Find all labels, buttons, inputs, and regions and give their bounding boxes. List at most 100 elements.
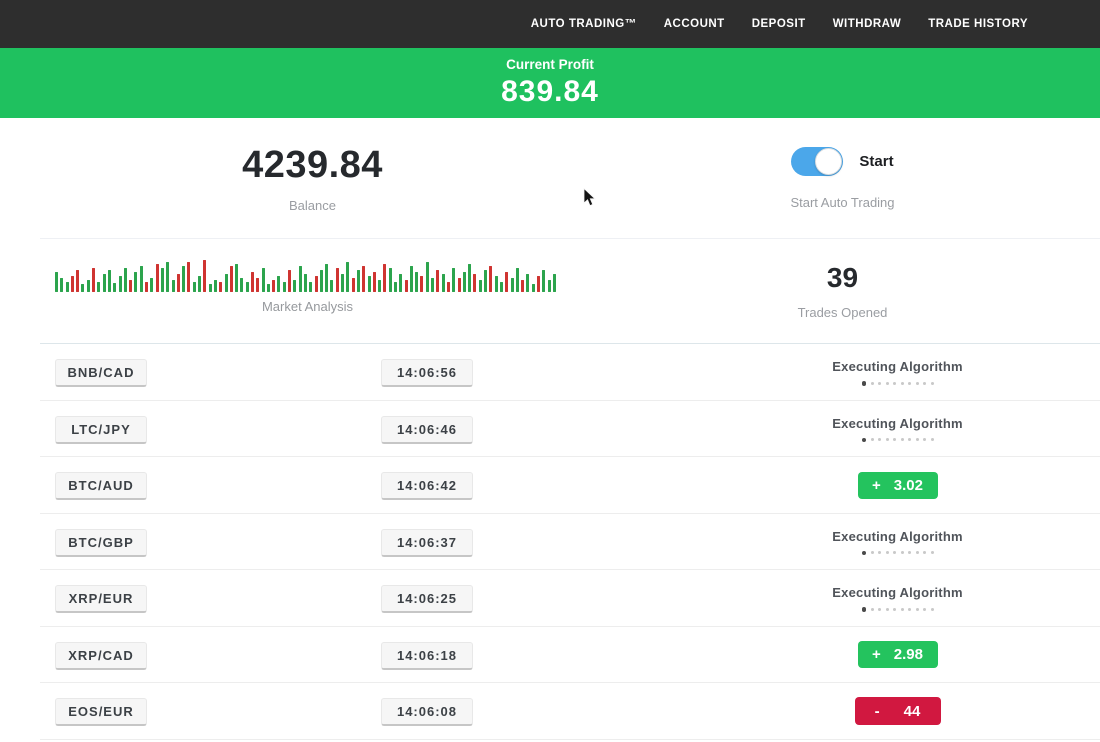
toggle-knob	[815, 148, 842, 175]
pair-button[interactable]: XRP/CAD	[55, 642, 147, 670]
market-bar	[553, 274, 556, 292]
progress-dot	[901, 608, 904, 611]
progress-dot	[862, 438, 867, 443]
market-bar	[81, 284, 84, 292]
nav-item-account[interactable]: ACCOUNT	[664, 18, 725, 30]
executing-algorithm-label: Executing Algorithm	[832, 359, 962, 374]
market-bar	[405, 280, 408, 292]
market-bar	[240, 278, 243, 292]
pair-button[interactable]: EOS/EUR	[55, 698, 147, 726]
trade-row: XRP/CAD14:06:18+2.98	[0, 627, 1100, 684]
result-sign: -	[875, 703, 880, 720]
progress-dot	[923, 551, 926, 554]
progress-dot	[886, 608, 889, 611]
market-bar	[246, 282, 249, 292]
market-bar	[124, 268, 127, 292]
trade-time: 14:06:08	[381, 698, 473, 726]
market-bar	[166, 262, 169, 292]
market-bar	[442, 274, 445, 292]
market-bar	[230, 266, 233, 292]
trade-time: 14:06:42	[381, 472, 473, 500]
progress-dot	[886, 438, 889, 441]
market-bar	[341, 274, 344, 292]
market-bar	[325, 264, 328, 292]
progress-dot	[862, 551, 867, 556]
trade-status: Executing Algorithm	[795, 514, 1000, 571]
market-bar	[108, 270, 111, 292]
nav-item-withdraw[interactable]: WITHDRAW	[833, 18, 902, 30]
nav-item-auto-trading[interactable]: AUTO TRADING™	[531, 18, 637, 30]
market-bar	[55, 272, 58, 292]
progress-dot	[862, 607, 867, 612]
nav-item-trade-history[interactable]: TRADE HISTORY	[928, 18, 1028, 30]
market-bar	[87, 280, 90, 292]
progress-dot	[931, 438, 934, 441]
pair-button[interactable]: BTC/GBP	[55, 529, 147, 557]
trades-opened-value: 39	[827, 262, 858, 294]
progress-dots	[862, 438, 934, 443]
progress-dot	[893, 608, 896, 611]
market-bar	[420, 276, 423, 292]
market-bar	[537, 276, 540, 292]
nav-item-deposit[interactable]: DEPOSIT	[752, 18, 806, 30]
result-value: 2.98	[894, 646, 923, 663]
market-bar	[76, 270, 79, 292]
pair-button[interactable]: XRP/EUR	[55, 585, 147, 613]
market-bar	[66, 282, 69, 292]
market-bar	[187, 262, 190, 292]
start-auto-trading-label: Start Auto Trading	[790, 195, 894, 210]
market-bar	[336, 268, 339, 292]
market-bar	[389, 268, 392, 292]
progress-dot	[893, 382, 896, 385]
trade-row: XRP/EUR14:06:25Executing Algorithm	[0, 570, 1100, 627]
market-bar	[150, 278, 153, 292]
market-bar	[60, 278, 63, 292]
market-bar	[161, 268, 164, 292]
progress-dot	[931, 608, 934, 611]
market-bar	[368, 276, 371, 292]
progress-dot	[901, 551, 904, 554]
market-bar	[315, 276, 318, 292]
progress-dot	[871, 382, 874, 385]
market-bar	[172, 280, 175, 292]
trade-row: LTC/JPY 14:06:46 Executing Algorithm	[0, 401, 1100, 458]
trade-status: Executing Algorithm	[795, 401, 1000, 458]
result-sign: +	[872, 646, 881, 663]
trade-time: 14:06:46	[381, 416, 473, 444]
nav-menu: AUTO TRADING™ ACCOUNT DEPOSIT WITHDRAW TRADE…	[504, 18, 1028, 30]
market-bar	[330, 280, 333, 292]
progress-dots	[862, 381, 934, 386]
progress-dot	[923, 438, 926, 441]
market-bar	[182, 266, 185, 292]
market-bar	[140, 266, 143, 292]
market-bar	[500, 282, 503, 292]
market-bar	[214, 280, 217, 292]
market-bar	[542, 270, 545, 292]
market-bar	[277, 276, 280, 292]
progress-dot	[886, 551, 889, 554]
market-bar	[119, 276, 122, 292]
progress-dot	[871, 551, 874, 554]
start-auto-trading-toggle[interactable]	[791, 147, 843, 176]
pair-button[interactable]: LTC/JPY	[55, 416, 147, 444]
market-bar	[209, 284, 212, 292]
market-bar	[378, 280, 381, 292]
progress-dot	[871, 608, 874, 611]
trade-status: Executing Algorithm	[795, 344, 1000, 401]
market-bar	[458, 278, 461, 292]
trade-row: BTC/AUD 14:06:42 +3.02	[0, 457, 1100, 514]
pair-button[interactable]: BNB/CAD	[55, 359, 147, 387]
page: AUTO TRADING™ ACCOUNT DEPOSIT WITHDRAW TRADE…	[0, 0, 1100, 742]
market-bar	[463, 272, 466, 292]
progress-dot	[893, 551, 896, 554]
market-bar	[134, 272, 137, 292]
market-bar	[145, 282, 148, 292]
trade-row: EOS/EUR14:06:08-44	[0, 683, 1100, 740]
pair-button[interactable]: BTC/AUD	[55, 472, 147, 500]
progress-dot	[908, 382, 911, 385]
market-bar	[505, 272, 508, 292]
market-bar	[473, 274, 476, 292]
profit-badge: +3.02	[858, 472, 938, 499]
market-bar	[293, 280, 296, 292]
profit-value: 839.84	[501, 75, 599, 109]
